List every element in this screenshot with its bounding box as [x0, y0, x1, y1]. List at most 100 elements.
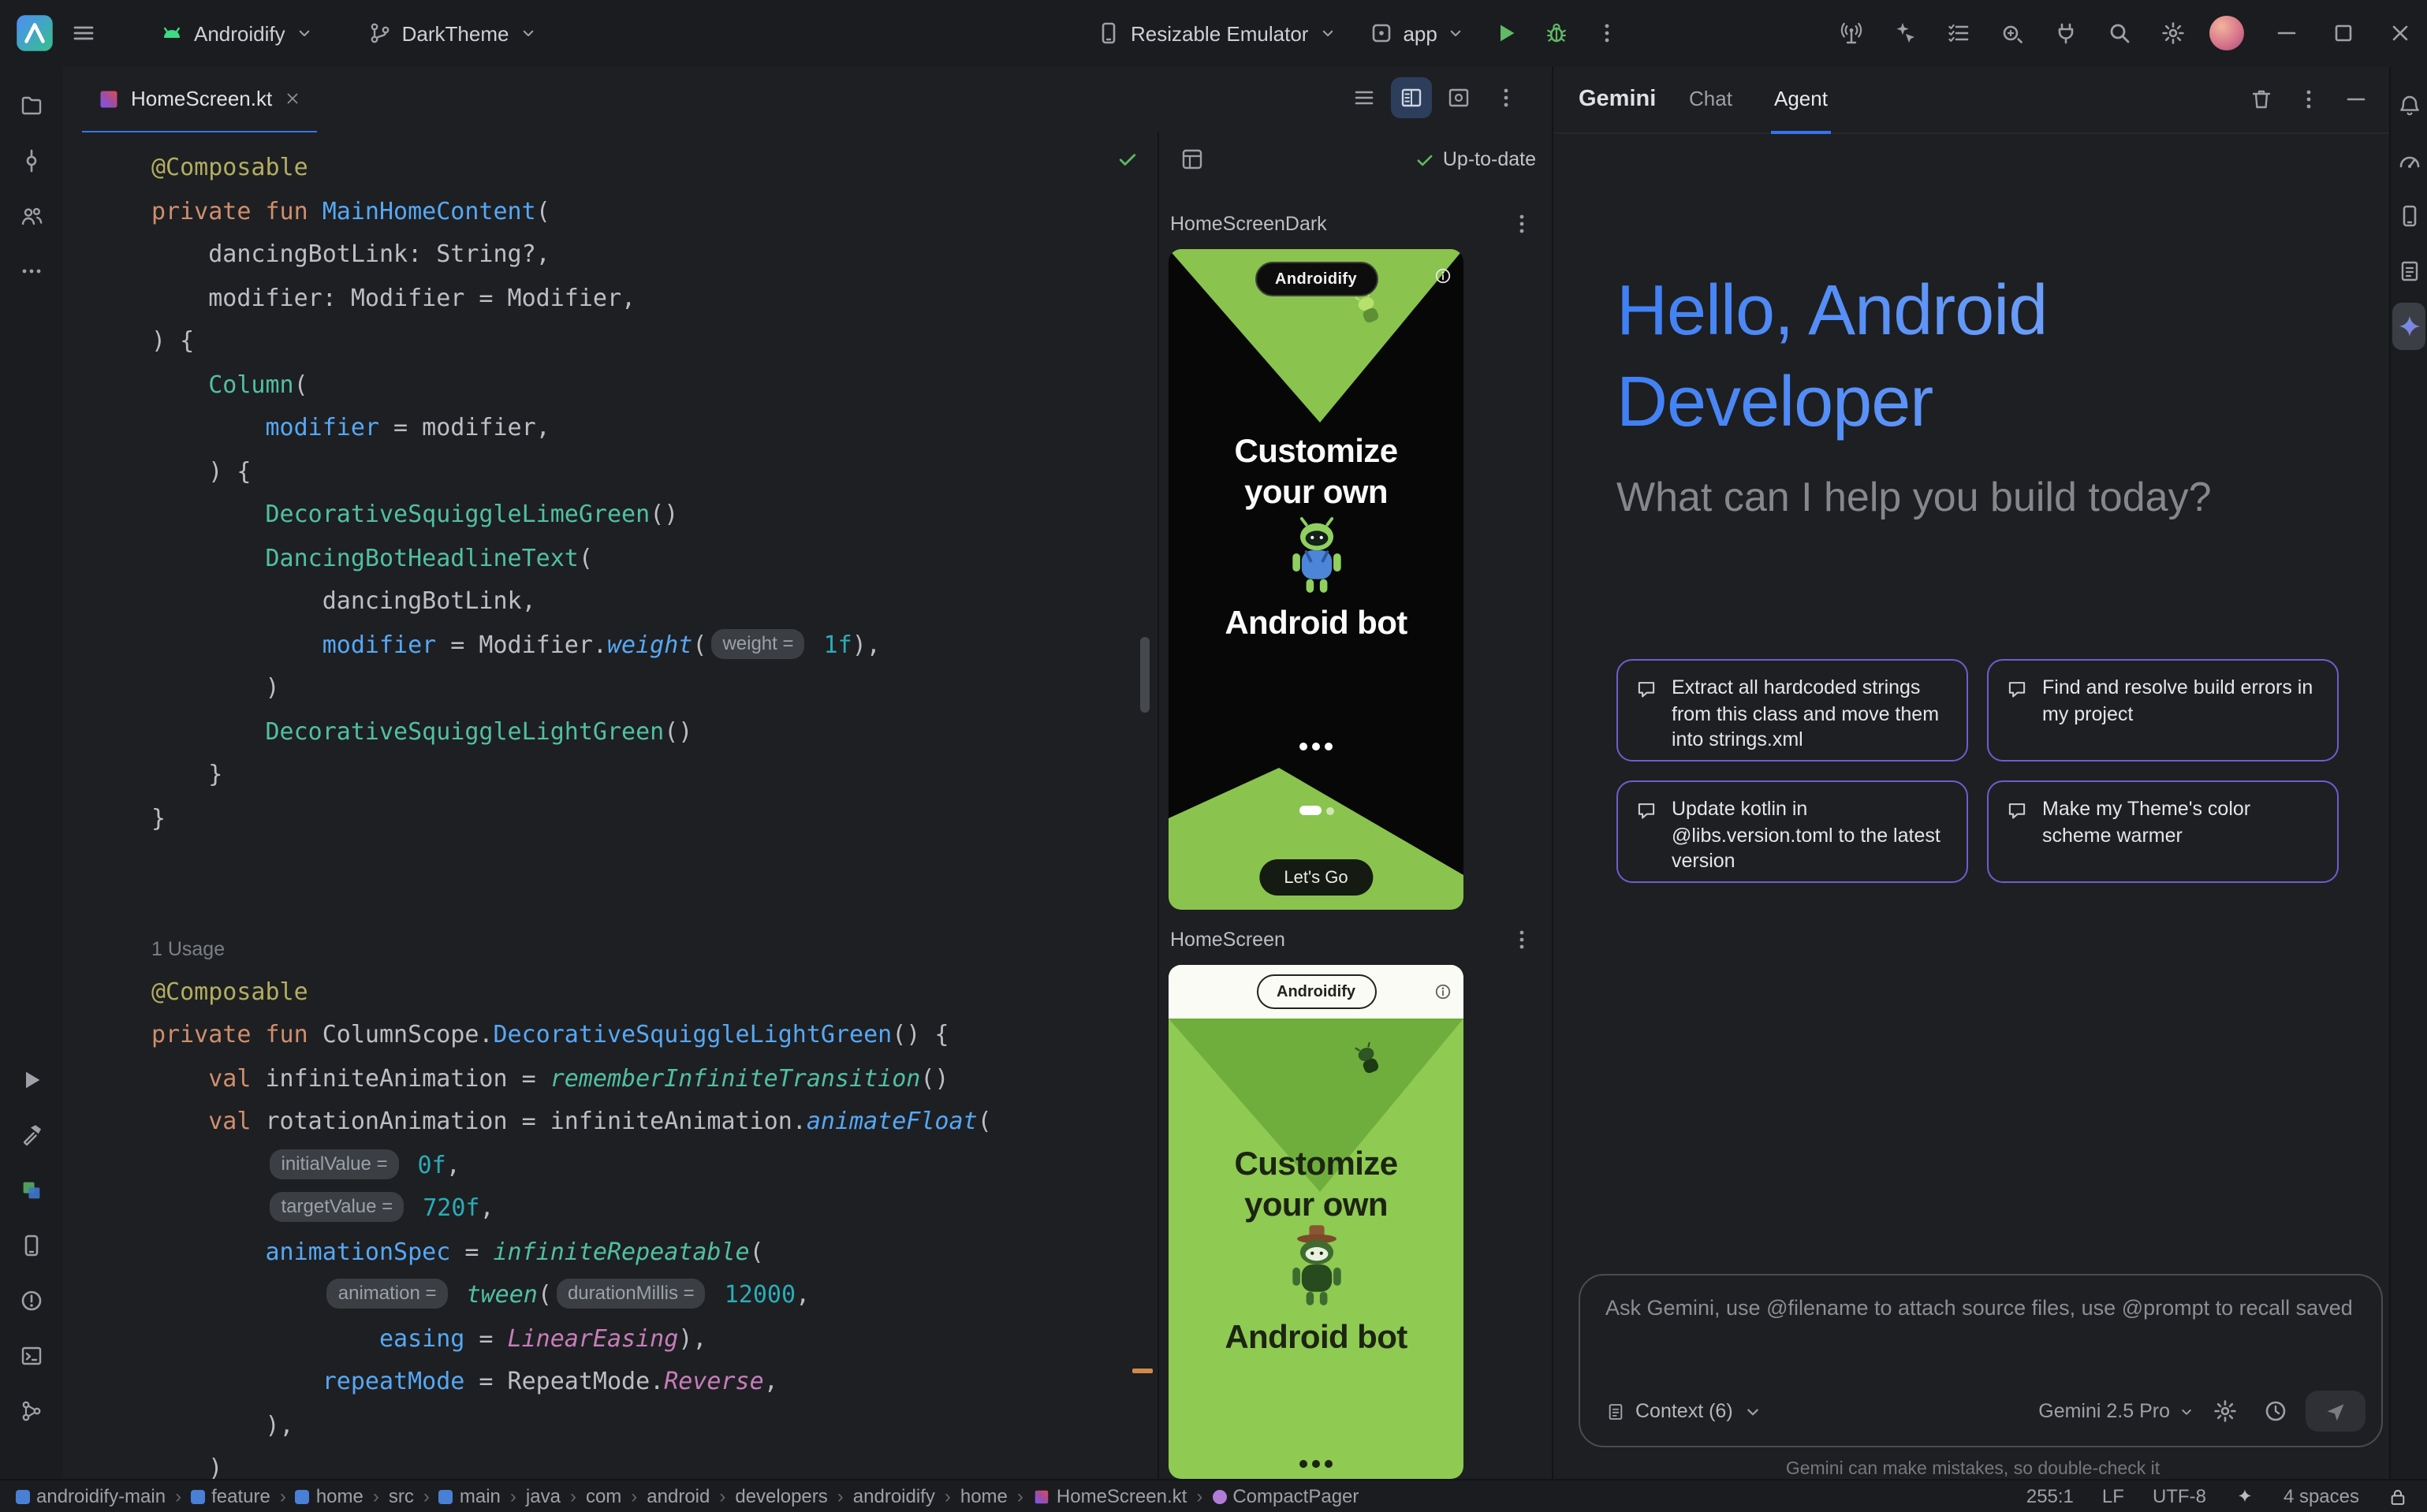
code-line[interactable]: DecorativeSquiggleLimeGreen() — [151, 493, 1158, 537]
line-ending[interactable]: LF — [2102, 1485, 2124, 1507]
code-line[interactable]: private fun ColumnScope.DecorativeSquigg… — [151, 1014, 1158, 1057]
main-menu-icon[interactable] — [63, 13, 104, 54]
code-line[interactable]: DancingBotHeadlineText( — [151, 537, 1158, 580]
code-line[interactable]: easing = LinearEasing), — [151, 1317, 1158, 1361]
code-line[interactable]: initialValue = 0f, — [151, 1144, 1158, 1187]
breadcrumb-item[interactable]: androidify — [853, 1485, 935, 1507]
code-line[interactable]: ) { — [151, 450, 1158, 493]
tab-agent[interactable]: Agent — [1771, 66, 1831, 134]
app-insights-icon[interactable] — [2392, 248, 2425, 295]
profiler-icon[interactable] — [2045, 13, 2086, 54]
gemini-assist-icon[interactable] — [1885, 13, 1926, 54]
run-icon[interactable] — [8, 1056, 55, 1104]
close-tab-icon[interactable] — [283, 90, 300, 107]
caret-position[interactable]: 255:1 — [2026, 1485, 2074, 1507]
more-tool-windows-icon[interactable] — [8, 248, 55, 295]
design-view-icon[interactable] — [1438, 77, 1479, 118]
scrollbar-warning-mark[interactable] — [1132, 1369, 1153, 1373]
code-line[interactable]: } — [151, 797, 1158, 840]
more-run-options-icon[interactable] — [1587, 13, 1628, 54]
code-line[interactable]: animationSpec = infiniteRepeatable( — [151, 1231, 1158, 1274]
version-control-icon[interactable] — [8, 1387, 55, 1435]
preview-phone-light[interactable]: Androidify Customize your own — [1169, 965, 1463, 1479]
code-line[interactable]: @Composable — [151, 147, 1158, 190]
code-line[interactable]: modifier: Modifier = Modifier, — [151, 277, 1158, 320]
gemini-input-box[interactable]: Ask Gemini, use @filename to attach sour… — [1579, 1274, 2383, 1447]
notifications-icon[interactable] — [2392, 82, 2425, 129]
indent-setting[interactable]: 4 spaces — [2283, 1485, 2359, 1507]
gemini-suggestion-card[interactable]: Update kotlin in @libs.version.toml to t… — [1616, 780, 1968, 883]
code-line[interactable] — [151, 840, 1158, 884]
preview-layout-icon[interactable] — [1172, 139, 1213, 180]
gemini-icon[interactable] — [2392, 303, 2425, 350]
breadcrumb-item[interactable]: androidify-main — [16, 1485, 166, 1507]
model-selector[interactable]: Gemini 2.5 Pro — [2038, 1400, 2195, 1422]
editor-more-options-icon[interactable] — [1486, 77, 1527, 118]
code-line[interactable]: val infiniteAnimation = rememberInfinite… — [151, 1057, 1158, 1100]
todo-list-icon[interactable] — [1938, 13, 1979, 54]
gemini-settings-icon[interactable] — [2205, 1391, 2246, 1432]
gemini-suggestion-card[interactable]: Find and resolve build errors in my proj… — [1987, 659, 2339, 762]
code-line[interactable]: ) — [151, 1447, 1158, 1479]
user-avatar[interactable] — [2209, 16, 2244, 50]
breadcrumb-item[interactable]: HomeScreen.kt — [1033, 1485, 1187, 1507]
preview-menu-icon[interactable] — [1501, 203, 1542, 244]
maximize-button[interactable] — [2326, 16, 2361, 50]
commit-icon[interactable] — [8, 137, 55, 184]
gemini-more-options-icon[interactable] — [2288, 79, 2329, 120]
project-selector[interactable]: Androidify — [148, 11, 325, 55]
code-line[interactable]: dancingBotLink, — [151, 580, 1158, 624]
device-streaming-icon[interactable] — [1831, 13, 1872, 54]
code-line[interactable]: @Composable — [151, 970, 1158, 1014]
editor-tab-homescreen[interactable]: HomeScreen.kt — [82, 66, 316, 134]
inspections-icon[interactable] — [1992, 13, 2033, 54]
breadcrumb-item[interactable]: feature — [191, 1485, 270, 1507]
code-line[interactable]: repeatMode = RepeatMode.Reverse, — [151, 1361, 1158, 1404]
preview-name-light[interactable]: HomeScreen — [1170, 929, 1285, 951]
build-icon[interactable] — [8, 1112, 55, 1159]
settings-icon[interactable] — [2153, 13, 2194, 54]
code-line[interactable]: modifier = modifier, — [151, 407, 1158, 450]
running-devices-icon[interactable] — [8, 1222, 55, 1269]
resource-manager-icon[interactable] — [8, 1167, 55, 1214]
code-line[interactable]: ) — [151, 667, 1158, 710]
code-line[interactable]: animation = tween(durationMillis = 12000… — [151, 1274, 1158, 1317]
breadcrumb-item[interactable]: CompactPager — [1212, 1485, 1359, 1507]
breadcrumb-item[interactable]: java — [526, 1485, 561, 1507]
ai-spark-icon[interactable] — [2235, 1486, 2255, 1506]
profiler-tool-icon[interactable] — [2392, 137, 2425, 184]
search-everywhere-icon[interactable] — [2099, 13, 2140, 54]
preview-menu-icon[interactable] — [1501, 919, 1542, 960]
device-manager-icon[interactable] — [2392, 192, 2425, 240]
file-encoding[interactable]: UTF-8 — [2153, 1485, 2206, 1507]
code-line[interactable]: Column( — [151, 363, 1158, 407]
editor-scrollbar[interactable] — [1140, 637, 1150, 713]
run-config-selector[interactable]: app — [1357, 11, 1476, 55]
run-button[interactable] — [1486, 13, 1527, 54]
breadcrumb-item[interactable]: home — [960, 1485, 1008, 1507]
lock-icon[interactable] — [2388, 1486, 2408, 1506]
tab-chat[interactable]: Chat — [1686, 66, 1735, 131]
split-view-icon[interactable] — [1391, 77, 1432, 118]
code-editor[interactable]: @Composableprivate fun MainHomeContent( … — [63, 132, 1158, 1479]
code-line[interactable]: dancingBotLink: String?, — [151, 233, 1158, 277]
terminal-icon[interactable] — [8, 1332, 55, 1380]
debug-button[interactable] — [1537, 13, 1578, 54]
close-button[interactable] — [2383, 16, 2418, 50]
history-icon[interactable] — [2255, 1391, 2296, 1432]
minimize-button[interactable] — [2269, 16, 2304, 50]
code-line[interactable]: ) { — [151, 320, 1158, 363]
breadcrumb-item[interactable]: main — [439, 1485, 501, 1507]
hide-panel-icon[interactable] — [2336, 79, 2377, 120]
code-line[interactable]: modifier = Modifier.weight(weight = 1f), — [151, 624, 1158, 667]
code-line[interactable]: private fun MainHomeContent( — [151, 190, 1158, 233]
inspections-ok-icon[interactable] — [1117, 148, 1139, 170]
breadcrumb-item[interactable]: android — [647, 1485, 710, 1507]
code-line[interactable]: targetValue = 720f, — [151, 1187, 1158, 1231]
gemini-suggestion-card[interactable]: Extract all hardcoded strings from this … — [1616, 659, 1968, 762]
breadcrumb-item[interactable]: home — [296, 1485, 363, 1507]
gemini-suggestion-card[interactable]: Make my Theme's color scheme warmer — [1987, 780, 2339, 883]
vcs-branch-selector[interactable]: DarkTheme — [356, 11, 549, 55]
breadcrumb-item[interactable]: src — [389, 1485, 414, 1507]
project-icon[interactable] — [8, 82, 55, 129]
